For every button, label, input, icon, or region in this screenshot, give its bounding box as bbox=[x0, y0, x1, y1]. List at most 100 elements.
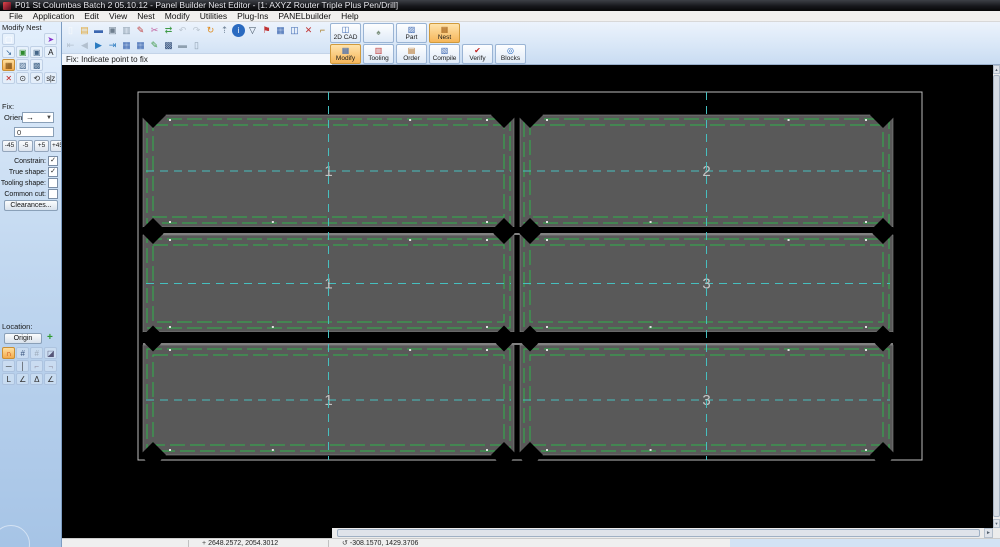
edge-left-tool[interactable]: ⌐ bbox=[30, 360, 43, 372]
menu-item-plug-ins[interactable]: Plug-Ins bbox=[232, 11, 273, 22]
title-bar[interactable]: P01 St Columbas Batch 2 05.10.12 - Panel… bbox=[0, 0, 1000, 11]
nest-canvas[interactable]: 111233 bbox=[62, 65, 993, 528]
menu-item-edit[interactable]: Edit bbox=[79, 11, 104, 22]
true-shape-checkbox[interactable]: ✓ bbox=[48, 167, 58, 177]
origin-button[interactable]: Origin bbox=[4, 333, 42, 344]
delete-tool[interactable]: ✕ bbox=[2, 72, 15, 84]
ribbon-2d-cad-icon: ◫ bbox=[342, 26, 350, 34]
clearances-button[interactable]: Clearances... bbox=[4, 200, 58, 211]
snap-corner-tool[interactable]: ◪ bbox=[44, 347, 57, 359]
vertical-scroll-thumb[interactable] bbox=[993, 75, 1000, 517]
undo-icon[interactable]: ↶ bbox=[176, 24, 189, 37]
align-horizontal-tool[interactable]: ─ bbox=[2, 360, 15, 372]
menu-item-application[interactable]: Application bbox=[28, 11, 80, 22]
text-tool[interactable]: A bbox=[44, 46, 57, 58]
ribbon-nest-button[interactable]: ▦Nest bbox=[429, 23, 460, 43]
filter-icon[interactable]: ▽ bbox=[246, 24, 259, 37]
vertical-scrollbar[interactable]: ▲ ▼ bbox=[993, 65, 1000, 528]
tile-windows-icon[interactable]: ◫ bbox=[288, 24, 301, 37]
swap-icon[interactable]: ⇄ bbox=[162, 24, 175, 37]
redo-icon[interactable]: ↷ bbox=[190, 24, 203, 37]
angle-button-minus45[interactable]: -45 bbox=[2, 140, 17, 152]
split-horizontal-icon[interactable]: ▬ bbox=[176, 39, 189, 52]
info-icon[interactable]: i bbox=[232, 24, 245, 37]
pointer-tool[interactable]: ➤ bbox=[44, 33, 57, 45]
menu-item-view[interactable]: View bbox=[104, 11, 132, 22]
part-properties-tool[interactable]: ▣ bbox=[30, 46, 43, 58]
ribbon-verify-button[interactable]: ✔Verify bbox=[462, 44, 493, 64]
horizontal-scrollbar[interactable]: ► bbox=[62, 528, 1000, 538]
angle-tool[interactable]: ∠ bbox=[16, 373, 29, 385]
open-icon[interactable]: ▤ bbox=[78, 24, 91, 37]
status-bar: +2648.2572, 2054.3012↺-308.1570, 1429.37… bbox=[62, 538, 1000, 547]
scroll-up-icon[interactable]: ▲ bbox=[993, 65, 1000, 74]
add-part-tool[interactable]: ▣ bbox=[16, 46, 29, 58]
horizontal-scroll-track[interactable]: ► bbox=[332, 528, 993, 538]
print-icon[interactable]: ▣ bbox=[106, 24, 119, 37]
edge-right-tool[interactable]: ¬ bbox=[44, 360, 57, 372]
angle-input[interactable]: 0 bbox=[14, 127, 54, 137]
ribbon-tree-button[interactable]: ♠ bbox=[363, 23, 394, 43]
split-vertical-icon[interactable]: ▯ bbox=[190, 39, 203, 52]
step-repeat-tool[interactable]: ▩ bbox=[30, 59, 43, 71]
angle-button-minus5[interactable]: -5 bbox=[18, 140, 33, 152]
lasso-tool[interactable]: ⊙ bbox=[16, 72, 29, 84]
ribbon-part-button[interactable]: ▨Part bbox=[396, 23, 427, 43]
triangle-tool[interactable]: Δ bbox=[30, 373, 43, 385]
ribbon-order-button[interactable]: ▤Order bbox=[396, 44, 427, 64]
add-location-icon[interactable]: + bbox=[47, 332, 53, 343]
scroll-down-icon[interactable]: ▼ bbox=[993, 519, 1000, 528]
snap-grid-tool[interactable]: # bbox=[16, 347, 29, 359]
horizontal-scroll-thumb[interactable] bbox=[337, 529, 980, 537]
save-icon[interactable]: ▬ bbox=[92, 24, 105, 37]
ribbon-blocks-button[interactable]: ◎Blocks bbox=[495, 44, 526, 64]
last-icon[interactable]: ⇥ bbox=[106, 39, 119, 52]
flag-icon[interactable]: ⚑ bbox=[260, 24, 273, 37]
scroll-right-icon[interactable]: ► bbox=[984, 528, 993, 538]
sheet-grid-2-icon[interactable]: ▦ bbox=[134, 39, 147, 52]
send-icon[interactable]: ⇡ bbox=[218, 24, 231, 37]
angle-measure-tool[interactable]: ∠ bbox=[44, 373, 57, 385]
constrain-checkbox[interactable]: ✓ bbox=[48, 156, 58, 166]
sheet-grid-icon[interactable]: ▦ bbox=[120, 39, 133, 52]
edit-sheet-icon[interactable]: ✎ bbox=[148, 39, 161, 52]
move-part-tool[interactable]: ↘ bbox=[2, 46, 15, 58]
menu-item-nest[interactable]: Nest bbox=[132, 11, 159, 22]
menu-item-file[interactable]: File bbox=[4, 11, 28, 22]
angle-button-plus5[interactable]: +5 bbox=[34, 140, 49, 152]
rotate-tool[interactable]: ⟲ bbox=[30, 72, 43, 84]
ribbon-2d-cad-button[interactable]: ◫2D CAD bbox=[330, 23, 361, 43]
corner-tool[interactable]: L bbox=[2, 373, 15, 385]
first-icon[interactable]: ⇤ bbox=[64, 39, 77, 52]
snap-grid-2-tool[interactable]: # bbox=[30, 347, 43, 359]
menu-item-utilities[interactable]: Utilities bbox=[195, 11, 232, 22]
refresh-icon[interactable]: ↻ bbox=[204, 24, 217, 37]
edit-icon[interactable]: ✎ bbox=[134, 24, 147, 37]
snap-endpoint-tool[interactable]: ∩ bbox=[2, 347, 15, 359]
next-icon[interactable]: ▶ bbox=[92, 39, 105, 52]
select-tool[interactable]: ▢ bbox=[2, 33, 15, 45]
key-icon[interactable]: ⌐ bbox=[316, 24, 329, 37]
ribbon-tooling-button[interactable]: ▥Tooling bbox=[363, 44, 394, 64]
align-vertical-tool[interactable]: │ bbox=[16, 360, 29, 372]
menu-item-help[interactable]: Help bbox=[336, 11, 363, 22]
previous-icon[interactable]: ◀ bbox=[78, 39, 91, 52]
size-tool[interactable]: s|z bbox=[44, 72, 57, 84]
orient-dropdown[interactable]: → ▼ bbox=[22, 112, 54, 123]
common-cut-checkbox[interactable] bbox=[48, 189, 58, 199]
tooling-shape-checkbox[interactable] bbox=[48, 178, 58, 188]
dark-grid-icon[interactable]: ▩ bbox=[162, 39, 175, 52]
ribbon-modify-button[interactable]: ▦Modify bbox=[330, 44, 361, 64]
ribbon-button-label: Compile bbox=[433, 55, 457, 62]
print-preview-icon[interactable]: ▥ bbox=[120, 24, 133, 37]
cut-icon[interactable]: ✂ bbox=[148, 24, 161, 37]
grid-icon[interactable]: ▦ bbox=[274, 24, 287, 37]
fix-tool[interactable]: ▦ bbox=[2, 59, 15, 71]
new-icon[interactable]: ▯ bbox=[64, 24, 77, 37]
remove-user-icon[interactable]: ✕ bbox=[302, 24, 315, 37]
angle-button-plus45[interactable]: +45 bbox=[50, 140, 62, 152]
ribbon-compile-button[interactable]: ▧Compile bbox=[429, 44, 460, 64]
menu-item-panelbuilder[interactable]: PANELbuilder bbox=[273, 11, 336, 22]
menu-item-modify[interactable]: Modify bbox=[160, 11, 195, 22]
array-tool[interactable]: ▨ bbox=[16, 59, 29, 71]
